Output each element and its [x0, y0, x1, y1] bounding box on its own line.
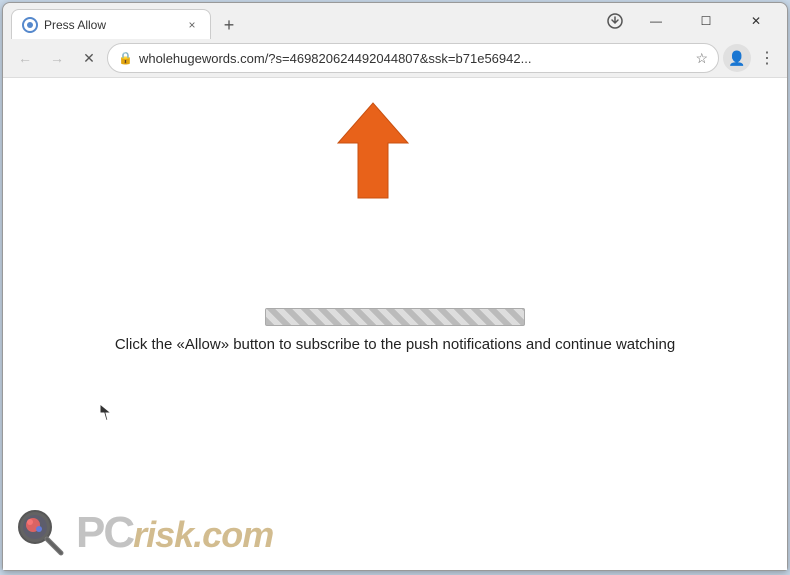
new-tab-button[interactable]: + [215, 11, 243, 39]
minimize-button[interactable]: — [633, 7, 679, 35]
profile-button[interactable]: 👤 [723, 44, 751, 72]
back-button[interactable]: ← [11, 44, 39, 72]
maximize-button[interactable]: ☐ [683, 7, 729, 35]
active-tab[interactable]: Press Allow × [11, 9, 211, 39]
forward-icon: → [50, 50, 64, 66]
back-icon: ← [18, 50, 32, 66]
tab-close-button[interactable]: × [184, 17, 200, 33]
pcrisk-watermark: PCrisk.com [13, 505, 273, 560]
browser-window: Press Allow × + — ☐ ✕ ← → [2, 2, 788, 571]
reload-icon: ✕ [83, 50, 95, 67]
main-instruction-text: Click the «Allow» button to subscribe to… [3, 336, 787, 353]
chrome-download-icon[interactable] [601, 7, 629, 35]
favicon-inner [27, 22, 33, 28]
progress-bar-container [265, 308, 525, 326]
tab-title: Press Allow [44, 18, 178, 32]
window-controls: — ☐ ✕ [601, 7, 779, 35]
mouse-cursor [99, 403, 111, 421]
forward-button[interactable]: → [43, 44, 71, 72]
tab-area: Press Allow × + [11, 3, 601, 39]
close-button[interactable]: ✕ [733, 7, 779, 35]
arrow-indicator [323, 98, 423, 213]
profile-icon: 👤 [728, 50, 745, 67]
bookmark-icon[interactable]: ☆ [695, 50, 708, 67]
reload-button[interactable]: ✕ [75, 44, 103, 72]
tab-favicon [22, 17, 38, 33]
page-content: Click the «Allow» button to subscribe to… [3, 78, 787, 570]
lock-icon: 🔒 [118, 51, 133, 65]
pcrisk-logo-icon [13, 505, 68, 560]
pcrisk-brand-text: PCrisk.com [76, 508, 273, 558]
toolbar: ← → ✕ 🔒 wholehugewords.com/?s=4698206244… [3, 39, 787, 78]
address-bar[interactable]: 🔒 wholehugewords.com/?s=4698206244920448… [107, 43, 719, 73]
more-menu-button[interactable]: ⋮ [755, 44, 779, 72]
url-text: wholehugewords.com/?s=469820624492044807… [139, 51, 689, 66]
title-bar: Press Allow × + — ☐ ✕ [3, 3, 787, 39]
progress-bar [265, 308, 525, 326]
